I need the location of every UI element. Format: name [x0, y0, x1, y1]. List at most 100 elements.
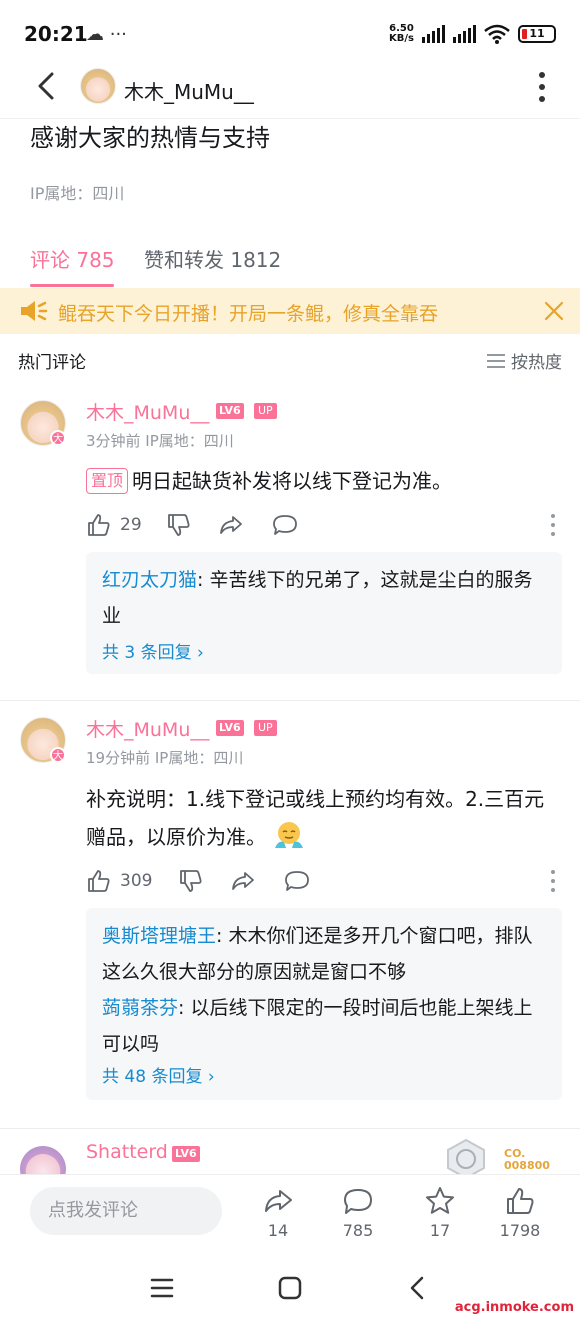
- close-icon[interactable]: [542, 299, 566, 323]
- shy-emoji-icon: [275, 822, 304, 848]
- view-replies-link[interactable]: 共 3 条回复 ›: [102, 638, 204, 663]
- like-button[interactable]: 1798: [490, 1185, 550, 1240]
- comment-bubble-icon: [273, 515, 297, 535]
- like-button[interactable]: 309: [86, 868, 152, 894]
- wifi-icon: [484, 24, 510, 44]
- sort-icon: [487, 353, 505, 368]
- status-bar: 20:21 ☁ ··· 6.50 KB/s 11: [0, 0, 580, 60]
- share-button[interactable]: 14: [248, 1185, 308, 1240]
- user-avatar[interactable]: [80, 68, 116, 104]
- reply-author[interactable]: 奥斯塔理塘王: [102, 925, 216, 947]
- level-badge: LV6: [216, 403, 244, 419]
- comment-username[interactable]: 木木_MuMu__: [86, 398, 209, 425]
- comment-count: 785: [342, 1221, 374, 1240]
- reply-button[interactable]: [272, 512, 298, 538]
- signal-icon: [422, 25, 445, 43]
- star-icon: [426, 1187, 454, 1214]
- signal-icon-2: [453, 25, 476, 43]
- network-speed: 6.50 KB/s: [389, 23, 414, 44]
- comment-bubble-icon: [285, 871, 309, 891]
- reply-item: 蒟蒻茶芬: 以后线下限定的一段时间后也能上架线上可以吗: [102, 990, 548, 1062]
- post-content: 感谢大家的热情与支持: [30, 124, 270, 152]
- menu-icon[interactable]: [148, 1274, 176, 1302]
- back-icon[interactable]: [404, 1274, 432, 1302]
- comment-meta: 19分钟前 IP属地：四川: [86, 749, 244, 767]
- reply-author[interactable]: 蒟蒻茶芬: [102, 997, 178, 1019]
- share-button[interactable]: [230, 868, 256, 894]
- bottom-action-bar: 点我发评论 14 785 17 1798: [0, 1174, 580, 1254]
- comment-divider: [0, 700, 580, 701]
- avatar-badge: 大: [50, 430, 66, 446]
- view-replies-link[interactable]: 共 48 条回复 ›: [102, 1062, 215, 1087]
- tab-likes-reposts[interactable]: 赞和转发 1812: [144, 244, 281, 273]
- post-ip-location: IP属地：四川: [30, 184, 125, 203]
- reply-preview[interactable]: 奥斯塔理塘王: 木木你们还是多开几个窗口吧，排队这么久很大部分的原因就是窗口不够…: [86, 908, 562, 1100]
- thumbs-down-icon: [168, 514, 190, 536]
- comment-meta: 3分钟前 IP属地：四川: [86, 432, 234, 450]
- comment-bubble-icon: [344, 1189, 372, 1214]
- comment-input[interactable]: 点我发评论: [30, 1187, 222, 1235]
- home-icon[interactable]: [276, 1274, 304, 1302]
- favorite-button[interactable]: 17: [410, 1185, 470, 1240]
- reply-item: 奥斯塔理塘王: 木木你们还是多开几个窗口吧，排队这么久很大部分的原因就是窗口不够: [102, 918, 548, 990]
- comment-actions: 29: [86, 512, 556, 540]
- thumbs-up-icon: [88, 514, 110, 536]
- comment-text: 明日起缺货补发将以线下登记为准。: [132, 469, 453, 493]
- comment-text: 补充说明：1.线下登记或线上预约均有效。2.三百元赠品，以原价为准。: [86, 787, 545, 849]
- comment-button[interactable]: 785: [328, 1185, 388, 1240]
- thumbs-down-icon: [180, 870, 202, 892]
- comment-more-icon[interactable]: [550, 514, 556, 536]
- dislike-button[interactable]: [166, 512, 192, 538]
- dislike-button[interactable]: [178, 868, 204, 894]
- comment-username[interactable]: Shatterd: [86, 1141, 168, 1163]
- pinned-tag: 置顶: [86, 468, 129, 494]
- comment-content: 置顶 明日起缺货补发将以线下登记为准。: [86, 462, 556, 500]
- hot-comments-title: 热门评论: [18, 353, 86, 373]
- fan-medal-icon: [447, 1138, 485, 1178]
- reply-preview[interactable]: 红刃太刀猫: 辛苦线下的兄弟了，这就是尘白的服务业 共 3 条回复 ›: [86, 552, 562, 674]
- status-time: 20:21: [24, 22, 88, 46]
- comment-divider: [0, 1128, 580, 1129]
- comment-username[interactable]: 木木_MuMu__: [86, 715, 209, 742]
- nav-username[interactable]: 木木_MuMu__: [124, 76, 254, 105]
- like-count: 1798: [499, 1221, 541, 1240]
- reply-item: 红刃太刀猫: 辛苦线下的兄弟了，这就是尘白的服务业: [102, 562, 548, 634]
- thumbs-up-icon: [507, 1188, 534, 1214]
- like-count: 29: [120, 515, 142, 535]
- share-count: 14: [267, 1221, 289, 1240]
- reply-button[interactable]: [284, 868, 310, 894]
- tab-active-indicator: [30, 284, 114, 287]
- battery-level: [522, 29, 527, 39]
- top-nav: 木木_MuMu__: [0, 58, 580, 116]
- back-arrow-icon[interactable]: [30, 68, 66, 104]
- notice-text[interactable]: 鲲吞天下今日开播！开局一条鲲，修真全靠吞: [58, 299, 438, 326]
- fan-medal-text: CO. 008800: [504, 1147, 550, 1172]
- like-count: 309: [120, 871, 153, 891]
- comment-tabs: 评论 785 赞和转发 1812: [0, 236, 580, 288]
- more-options-icon[interactable]: [538, 72, 546, 102]
- sort-label: 按热度: [511, 353, 562, 373]
- comment-content: 补充说明：1.线下登记或线上预约均有效。2.三百元赠品，以原价为准。: [86, 780, 556, 856]
- share-button[interactable]: [218, 512, 244, 538]
- favorite-count: 17: [429, 1221, 451, 1240]
- share-icon: [220, 516, 242, 534]
- reply-author[interactable]: 红刃太刀猫: [102, 569, 197, 591]
- level-badge: LV6: [172, 1146, 200, 1162]
- avatar-badge: 大: [50, 747, 66, 763]
- tab-comments[interactable]: 评论 785: [30, 244, 115, 273]
- up-badge: UP: [254, 720, 277, 736]
- watermark-text: acg.inmoke.com: [454, 1300, 574, 1315]
- battery-icon: 11: [518, 25, 556, 43]
- comment-more-icon[interactable]: [550, 870, 556, 892]
- thumbs-up-icon: [88, 870, 110, 892]
- share-icon: [232, 872, 254, 890]
- speaker-icon: [21, 301, 48, 321]
- status-notification-icons: ☁ ···: [86, 24, 127, 45]
- sort-button[interactable]: 按热度: [487, 348, 562, 373]
- comment-actions: 309: [86, 868, 556, 896]
- share-icon: [265, 1190, 292, 1212]
- level-badge: LV6: [216, 720, 244, 736]
- status-right-group: 6.50 KB/s 11: [389, 24, 556, 44]
- like-button[interactable]: 29: [86, 512, 142, 538]
- notice-banner[interactable]: 鲲吞天下今日开播！开局一条鲲，修真全靠吞: [0, 288, 580, 334]
